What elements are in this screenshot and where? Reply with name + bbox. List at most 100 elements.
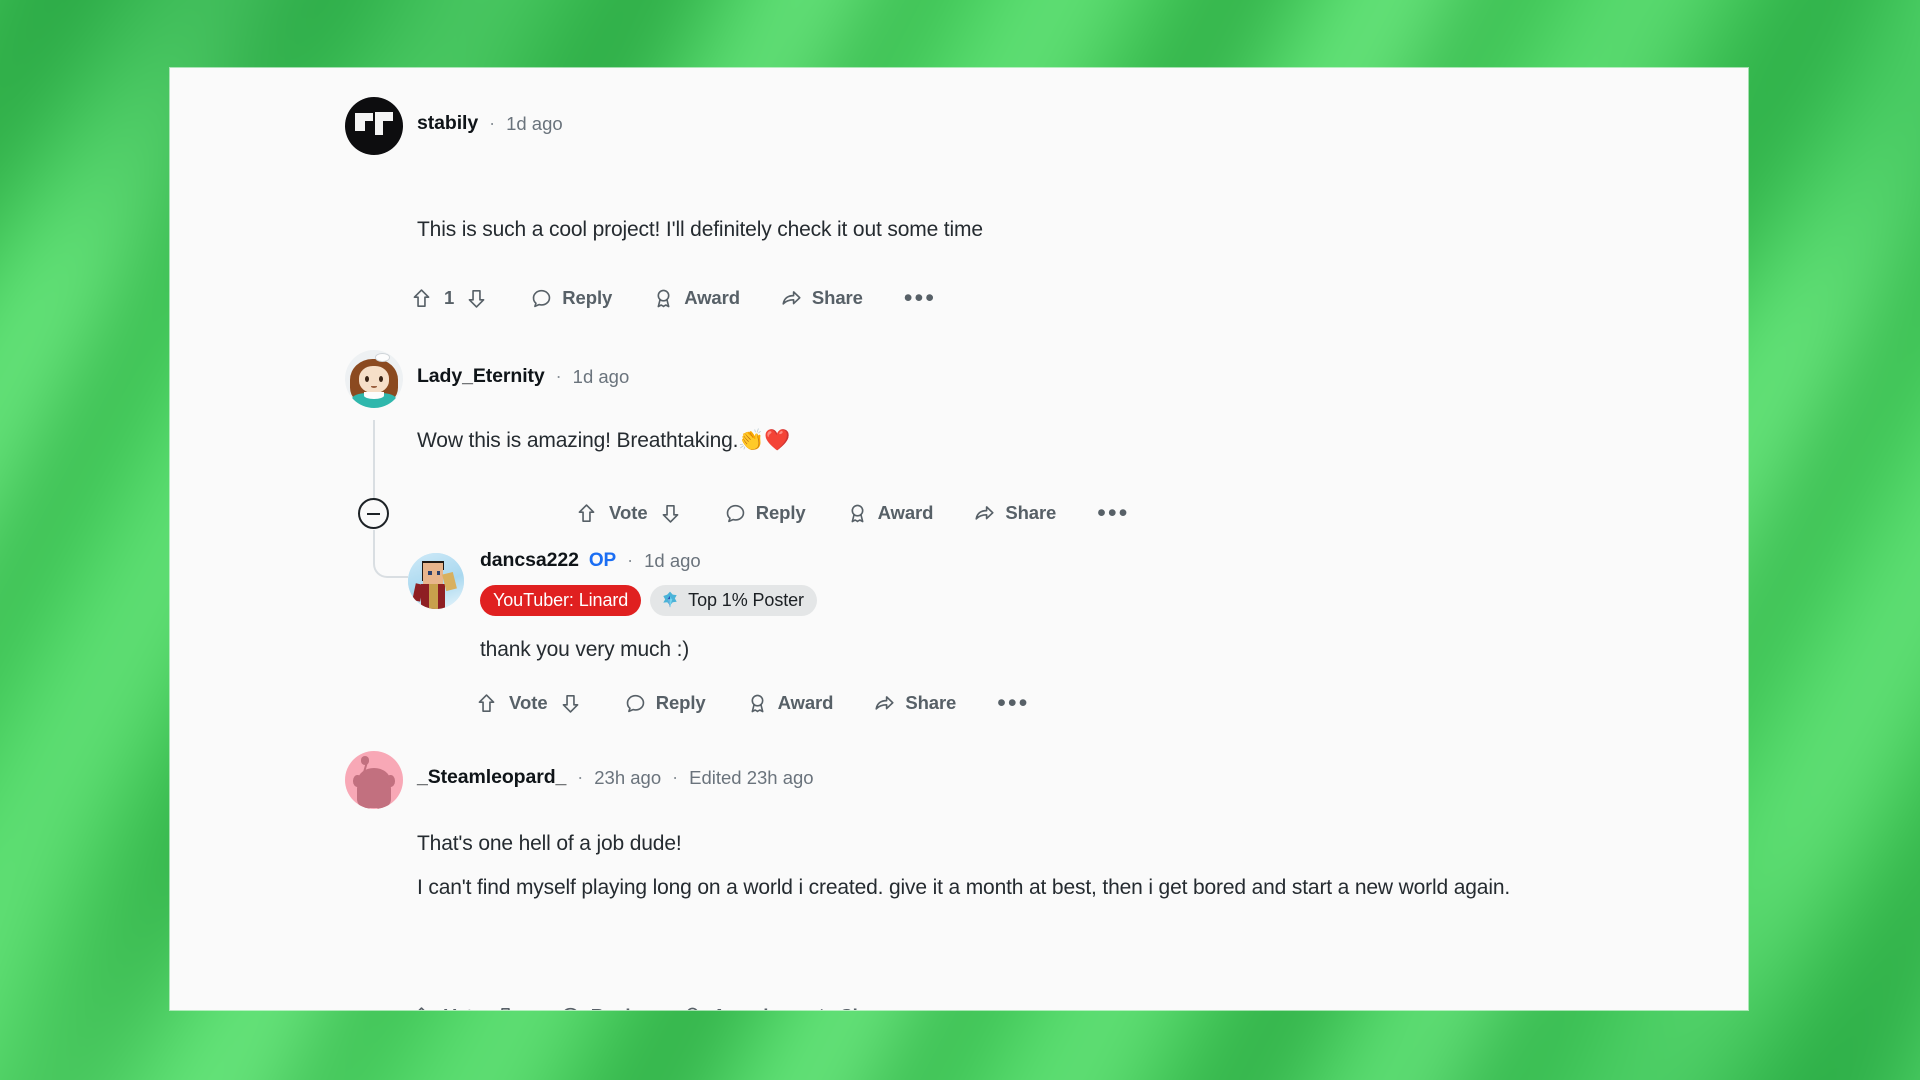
- downvote-arrow-icon: [662, 504, 679, 523]
- timestamp: 23h ago: [594, 766, 662, 788]
- comments-card: stabily · 1d ago This is such a cool pro…: [170, 68, 1748, 1010]
- dancsa222-avatar[interactable]: [408, 553, 464, 609]
- comment-paragraph: I can't find myself playing long on a wo…: [417, 876, 1511, 899]
- award-button[interactable]: Award: [746, 683, 834, 723]
- edited-label: Edited 23h ago: [689, 766, 814, 788]
- downvote-arrow-icon: [468, 289, 485, 308]
- more-options-button[interactable]: •••: [1096, 496, 1130, 530]
- author-name[interactable]: dancsa222: [480, 549, 579, 572]
- award-button[interactable]: Award: [652, 278, 740, 318]
- vote-group: Vote: [475, 683, 582, 723]
- award-ribbon-icon: [851, 504, 864, 522]
- meta-separator: ·: [489, 113, 496, 133]
- upvote-arrow-icon: [578, 503, 595, 522]
- reply-label: Reply: [655, 692, 706, 713]
- comment-paragraph: thank you very much :): [480, 638, 690, 661]
- comment-bubble-icon: [726, 504, 744, 522]
- vote-label[interactable]: Vote: [444, 1005, 483, 1010]
- award-ribbon-icon: [687, 1007, 698, 1010]
- vote-label[interactable]: Vote: [509, 692, 548, 714]
- reply-label: Reply: [755, 502, 806, 523]
- author-name[interactable]: _Steamleopard_: [417, 766, 566, 789]
- comment-paragraph: This is such a cool project! I'll defini…: [417, 218, 983, 241]
- downvote-button[interactable]: [465, 278, 488, 318]
- comment-header-steamleopard: _Steamleopard_ · 23h ago · Edited 23h ag…: [417, 766, 814, 789]
- share-button[interactable]: Share: [808, 996, 891, 1010]
- more-options-button[interactable]: •••: [903, 281, 937, 315]
- award-label: Award: [684, 287, 740, 308]
- downvote-arrow-icon: [562, 694, 579, 713]
- thread-line-curve: [373, 530, 408, 578]
- share-button[interactable]: Share: [973, 493, 1056, 533]
- action-bar-stabily: 1 Reply Award Share •••: [410, 278, 937, 318]
- vote-group: Vote: [575, 493, 682, 533]
- award-label: Award: [713, 1005, 769, 1010]
- timestamp: 1d ago: [644, 549, 701, 571]
- downvote-arrow-icon: [500, 1007, 510, 1010]
- award-label: Award: [877, 502, 934, 523]
- action-bar-steamleopard: Vote Reply: [410, 996, 965, 1010]
- action-bar-dancsa222: Vote Reply Award Share •••: [475, 683, 1030, 723]
- meta-separator: ·: [627, 550, 634, 570]
- author-name[interactable]: Lady_Eternity: [417, 365, 545, 388]
- share-label: Share: [840, 1005, 891, 1010]
- share-label: Share: [1005, 502, 1057, 523]
- action-bar-lady-eternity: Vote Reply Award Share •••: [575, 493, 1130, 533]
- reply-label: Reply: [591, 1005, 641, 1010]
- vote-count: 1: [444, 287, 455, 308]
- upvote-arrow-icon: [417, 1006, 426, 1010]
- top-poster-gem-icon: [663, 591, 677, 607]
- badge-top-poster[interactable]: Top 1% Poster: [650, 585, 817, 616]
- collapse-thread-button[interactable]: [358, 498, 389, 529]
- timestamp: 1d ago: [506, 112, 563, 134]
- vote-group: 1: [410, 278, 488, 318]
- upvote-button[interactable]: [410, 278, 433, 318]
- reply-button[interactable]: Reply: [724, 493, 806, 533]
- steamleopard-avatar[interactable]: [345, 751, 403, 809]
- share-button[interactable]: Share: [780, 278, 863, 318]
- downvote-button[interactable]: [494, 996, 517, 1010]
- award-ribbon-icon: [657, 289, 670, 307]
- award-label: Award: [777, 692, 834, 713]
- author-name[interactable]: stabily: [417, 112, 478, 135]
- comment-bubble-icon: [563, 1007, 577, 1010]
- downvote-button[interactable]: [559, 683, 582, 723]
- reply-button[interactable]: Reply: [530, 278, 612, 318]
- comment-paragraph: Wow this is amazing! Breathtaking.👏❤️: [417, 429, 791, 452]
- collapse-minus-icon: [367, 512, 380, 515]
- meta-separator: ·: [577, 767, 584, 787]
- upvote-button[interactable]: [410, 996, 433, 1010]
- upvote-button[interactable]: [575, 493, 598, 533]
- downvote-button[interactable]: [659, 493, 682, 533]
- award-button[interactable]: Award: [681, 996, 769, 1010]
- vote-group: Vote: [410, 996, 517, 1010]
- vote-label[interactable]: Vote: [609, 502, 648, 524]
- edited-separator: ·: [672, 767, 679, 787]
- badge-youtuber[interactable]: YouTuber: Linard: [480, 585, 642, 616]
- lady-eternity-avatar[interactable]: [345, 350, 403, 408]
- comment-body-lady-eternity: Wow this is amazing! Breathtaking.👏❤️: [417, 426, 1687, 456]
- user-badges: YouTuber: Linard Top 1% Poster: [480, 585, 817, 616]
- share-button[interactable]: Share: [873, 683, 956, 723]
- comment-header-dancsa222: dancsa222 OP · 1d ago: [480, 549, 701, 572]
- comment-body-stabily: This is such a cool project! I'll defini…: [417, 215, 1687, 245]
- comment-header-stabily: stabily · 1d ago: [417, 112, 563, 135]
- award-button[interactable]: Award: [846, 493, 934, 533]
- reply-button[interactable]: Reply: [559, 996, 641, 1010]
- more-options-button[interactable]: •••: [931, 999, 965, 1011]
- comment-bubble-icon: [626, 694, 644, 712]
- meta-separator: ·: [555, 366, 562, 386]
- badge-top-poster-label: Top 1% Poster: [688, 590, 804, 610]
- comment-bubble-icon: [533, 289, 551, 307]
- stabily-avatar[interactable]: [345, 97, 403, 155]
- more-options-button[interactable]: •••: [996, 686, 1030, 720]
- share-label: Share: [905, 692, 957, 713]
- comment-header-lady-eternity: Lady_Eternity · 1d ago: [417, 365, 629, 388]
- share-arrow-icon: [821, 1008, 824, 1010]
- upvote-button[interactable]: [475, 683, 498, 723]
- thread-line-upper: [373, 420, 375, 500]
- timestamp: 1d ago: [572, 365, 630, 387]
- comment-body-steamleopard: That's one hell of a job dude! I can't f…: [417, 829, 1667, 903]
- share-arrow-icon: [975, 505, 994, 520]
- reply-button[interactable]: Reply: [624, 683, 706, 723]
